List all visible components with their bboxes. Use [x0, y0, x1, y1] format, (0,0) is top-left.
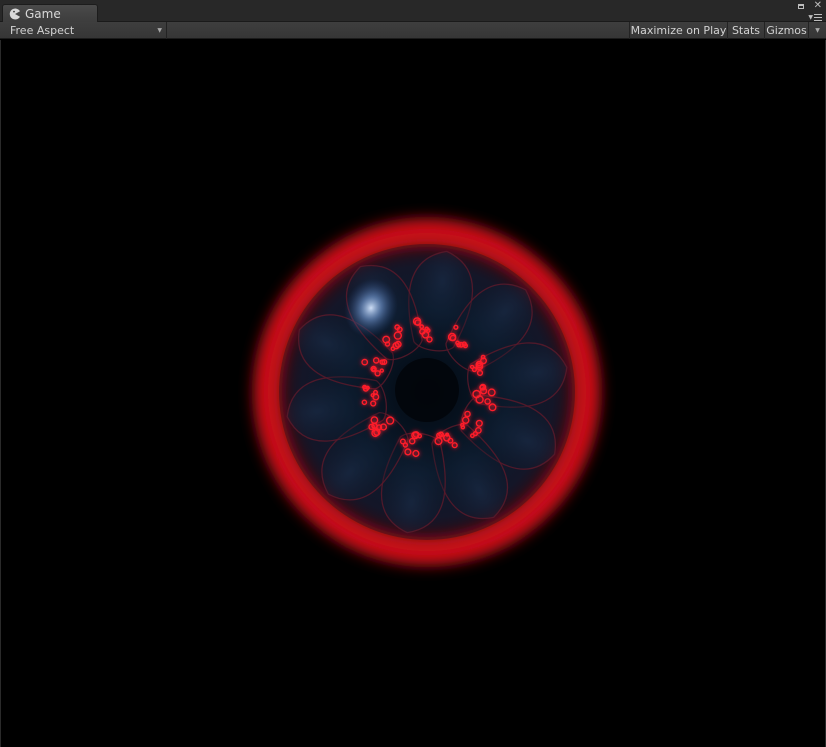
chevron-down-icon: ▼: [808, 13, 813, 21]
tab-bar: Game ✕ ▼: [0, 0, 826, 23]
hamburger-menu-icon: [814, 13, 822, 21]
stats-button[interactable]: Stats: [727, 22, 764, 39]
tab-menu-button[interactable]: ▼: [808, 12, 822, 22]
tab-game[interactable]: Game: [2, 4, 98, 23]
orb-center: [395, 358, 459, 422]
maximize-icon[interactable]: [797, 3, 804, 9]
gizmos-dropdown-arrow-icon[interactable]: ▼: [808, 22, 826, 39]
unity-pacman-icon: [9, 8, 20, 20]
game-viewport[interactable]: [0, 40, 826, 747]
aspect-dropdown-label: Free Aspect: [10, 24, 75, 37]
game-toolbar: Free Aspect ▼ Maximize on Play Stats Giz…: [0, 22, 826, 39]
aspect-dropdown[interactable]: Free Aspect ▼: [0, 22, 167, 39]
gizmos-button[interactable]: Gizmos: [764, 22, 808, 39]
close-icon[interactable]: ✕: [814, 1, 822, 11]
tab-label: Game: [25, 7, 61, 21]
window-controls: ✕ ▼: [797, 1, 822, 22]
chevron-down-icon: ▼: [157, 27, 162, 34]
glowing-orb: [245, 210, 609, 574]
maximize-on-play-button[interactable]: Maximize on Play: [629, 22, 727, 39]
